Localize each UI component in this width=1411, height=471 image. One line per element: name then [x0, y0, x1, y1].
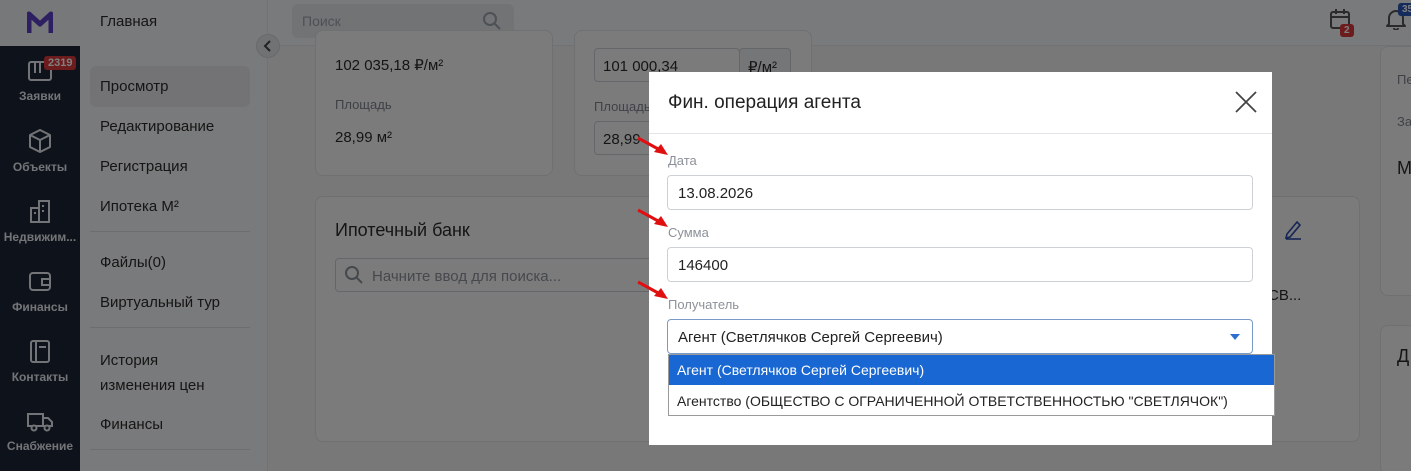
caret-down-icon — [1230, 334, 1240, 340]
date-input[interactable]: 13.08.2026 — [667, 175, 1253, 210]
sum-input[interactable]: 146400 — [667, 247, 1253, 282]
modal-header: Фин. операция агента — [649, 72, 1272, 134]
annotation-arrow-icon — [637, 280, 668, 299]
recipient-selected-value: Агент (Светлячков Сергей Сергеевич) — [678, 329, 943, 346]
recipient-option-agent[interactable]: Агент (Светлячков Сергей Сергеевич) — [669, 355, 1274, 385]
recipient-label: Получатель — [668, 297, 740, 312]
recipient-option-agency[interactable]: Агентство (ОБЩЕСТВО С ОГРАНИЧЕННОЙ ОТВЕТ… — [669, 386, 1274, 416]
modal-title: Фин. операция агента — [668, 92, 861, 113]
recipient-dropdown: Агент (Светлячков Сергей Сергеевич) Аген… — [668, 354, 1275, 416]
recipient-select[interactable]: Агент (Светлячков Сергей Сергеевич) — [667, 319, 1253, 354]
annotation-arrow-icon — [637, 136, 668, 155]
annotation-arrow-icon — [637, 208, 668, 227]
date-label: Дата — [668, 153, 697, 168]
close-icon[interactable] — [1234, 90, 1258, 114]
sum-label: Сумма — [668, 225, 709, 240]
